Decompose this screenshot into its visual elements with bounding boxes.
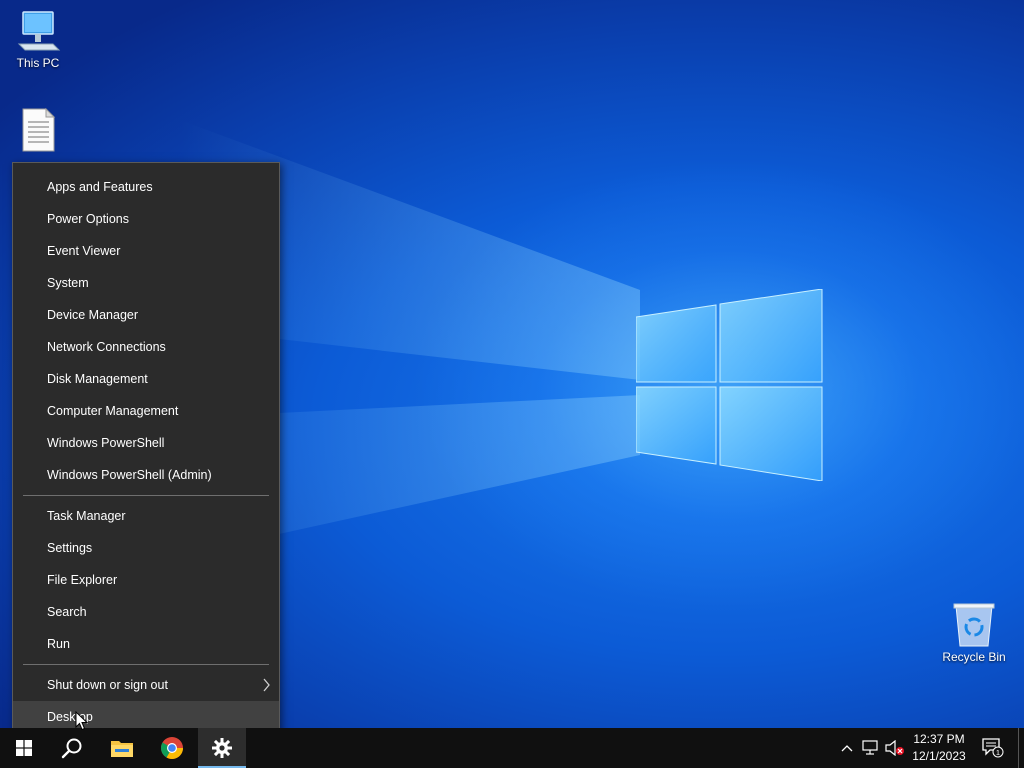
- menu-top-padding: [13, 163, 279, 171]
- desktop-icon-recycle-bin[interactable]: Recycle Bin: [936, 602, 1012, 664]
- clock-date: 12/1/2023: [912, 749, 966, 763]
- desktop-icon-label: This PC: [16, 56, 60, 70]
- notification-count: 1: [996, 748, 1000, 757]
- windows-start-icon: [16, 740, 32, 756]
- menu-item-shut-down-or-sign-out[interactable]: Shut down or sign out: [13, 669, 279, 701]
- notification-icon: 1: [982, 738, 1004, 758]
- action-center-button[interactable]: 1: [980, 728, 1006, 768]
- computer-icon: [17, 11, 61, 51]
- menu-item-windows-powershell[interactable]: Windows PowerShell: [13, 427, 279, 459]
- folder-icon: [111, 741, 133, 757]
- network-icon: [862, 740, 878, 755]
- mouse-cursor-icon: [75, 711, 89, 731]
- menu-item-run[interactable]: Run: [13, 628, 279, 660]
- show-desktop-button[interactable]: [1018, 728, 1024, 768]
- search-icon: [61, 738, 82, 759]
- network-tray-button[interactable]: [860, 728, 882, 768]
- menu-item-settings[interactable]: Settings: [13, 532, 279, 564]
- menu-item-event-viewer[interactable]: Event Viewer: [13, 235, 279, 267]
- winx-context-menu: Apps and Features Power Options Event Vi…: [12, 162, 280, 740]
- desktop-icon-text-document[interactable]: [0, 108, 76, 154]
- start-button[interactable]: [0, 728, 48, 768]
- desktop-icon-this-pc[interactable]: This PC: [0, 10, 76, 70]
- menu-item-network-connections[interactable]: Network Connections: [13, 331, 279, 363]
- taskbar-chrome[interactable]: [148, 728, 196, 768]
- taskbar: 12:37 PM 12/1/2023 1: [0, 728, 1024, 768]
- show-hidden-icons-button[interactable]: [838, 728, 856, 768]
- taskbar-settings[interactable]: [198, 728, 246, 768]
- menu-separator: [23, 664, 269, 665]
- text-document-icon: [22, 108, 56, 152]
- volume-muted-icon: [885, 740, 904, 756]
- recycle-bin-icon: [953, 603, 995, 647]
- menu-item-label: Shut down or sign out: [47, 678, 168, 692]
- chevron-up-icon: [841, 745, 853, 752]
- gear-icon: [212, 738, 232, 758]
- taskbar-file-explorer[interactable]: [98, 728, 146, 768]
- menu-item-device-manager[interactable]: Device Manager: [13, 299, 279, 331]
- menu-item-windows-powershell-admin[interactable]: Windows PowerShell (Admin): [13, 459, 279, 491]
- clock-time: 12:37 PM: [913, 732, 965, 746]
- volume-tray-button[interactable]: [884, 728, 906, 768]
- chrome-icon: [161, 737, 183, 759]
- menu-separator: [23, 495, 269, 496]
- chevron-right-icon: [263, 678, 270, 692]
- desktop-icon-label: Recycle Bin: [942, 650, 1006, 664]
- menu-item-disk-management[interactable]: Disk Management: [13, 363, 279, 395]
- menu-item-apps-and-features[interactable]: Apps and Features: [13, 171, 279, 203]
- windows-logo-wallpaper: [636, 289, 823, 481]
- menu-item-power-options[interactable]: Power Options: [13, 203, 279, 235]
- menu-item-file-explorer[interactable]: File Explorer: [13, 564, 279, 596]
- taskbar-search-button[interactable]: [48, 728, 96, 768]
- menu-item-task-manager[interactable]: Task Manager: [13, 500, 279, 532]
- menu-item-search[interactable]: Search: [13, 596, 279, 628]
- taskbar-clock[interactable]: 12:37 PM 12/1/2023: [906, 731, 972, 765]
- menu-item-system[interactable]: System: [13, 267, 279, 299]
- menu-item-computer-management[interactable]: Computer Management: [13, 395, 279, 427]
